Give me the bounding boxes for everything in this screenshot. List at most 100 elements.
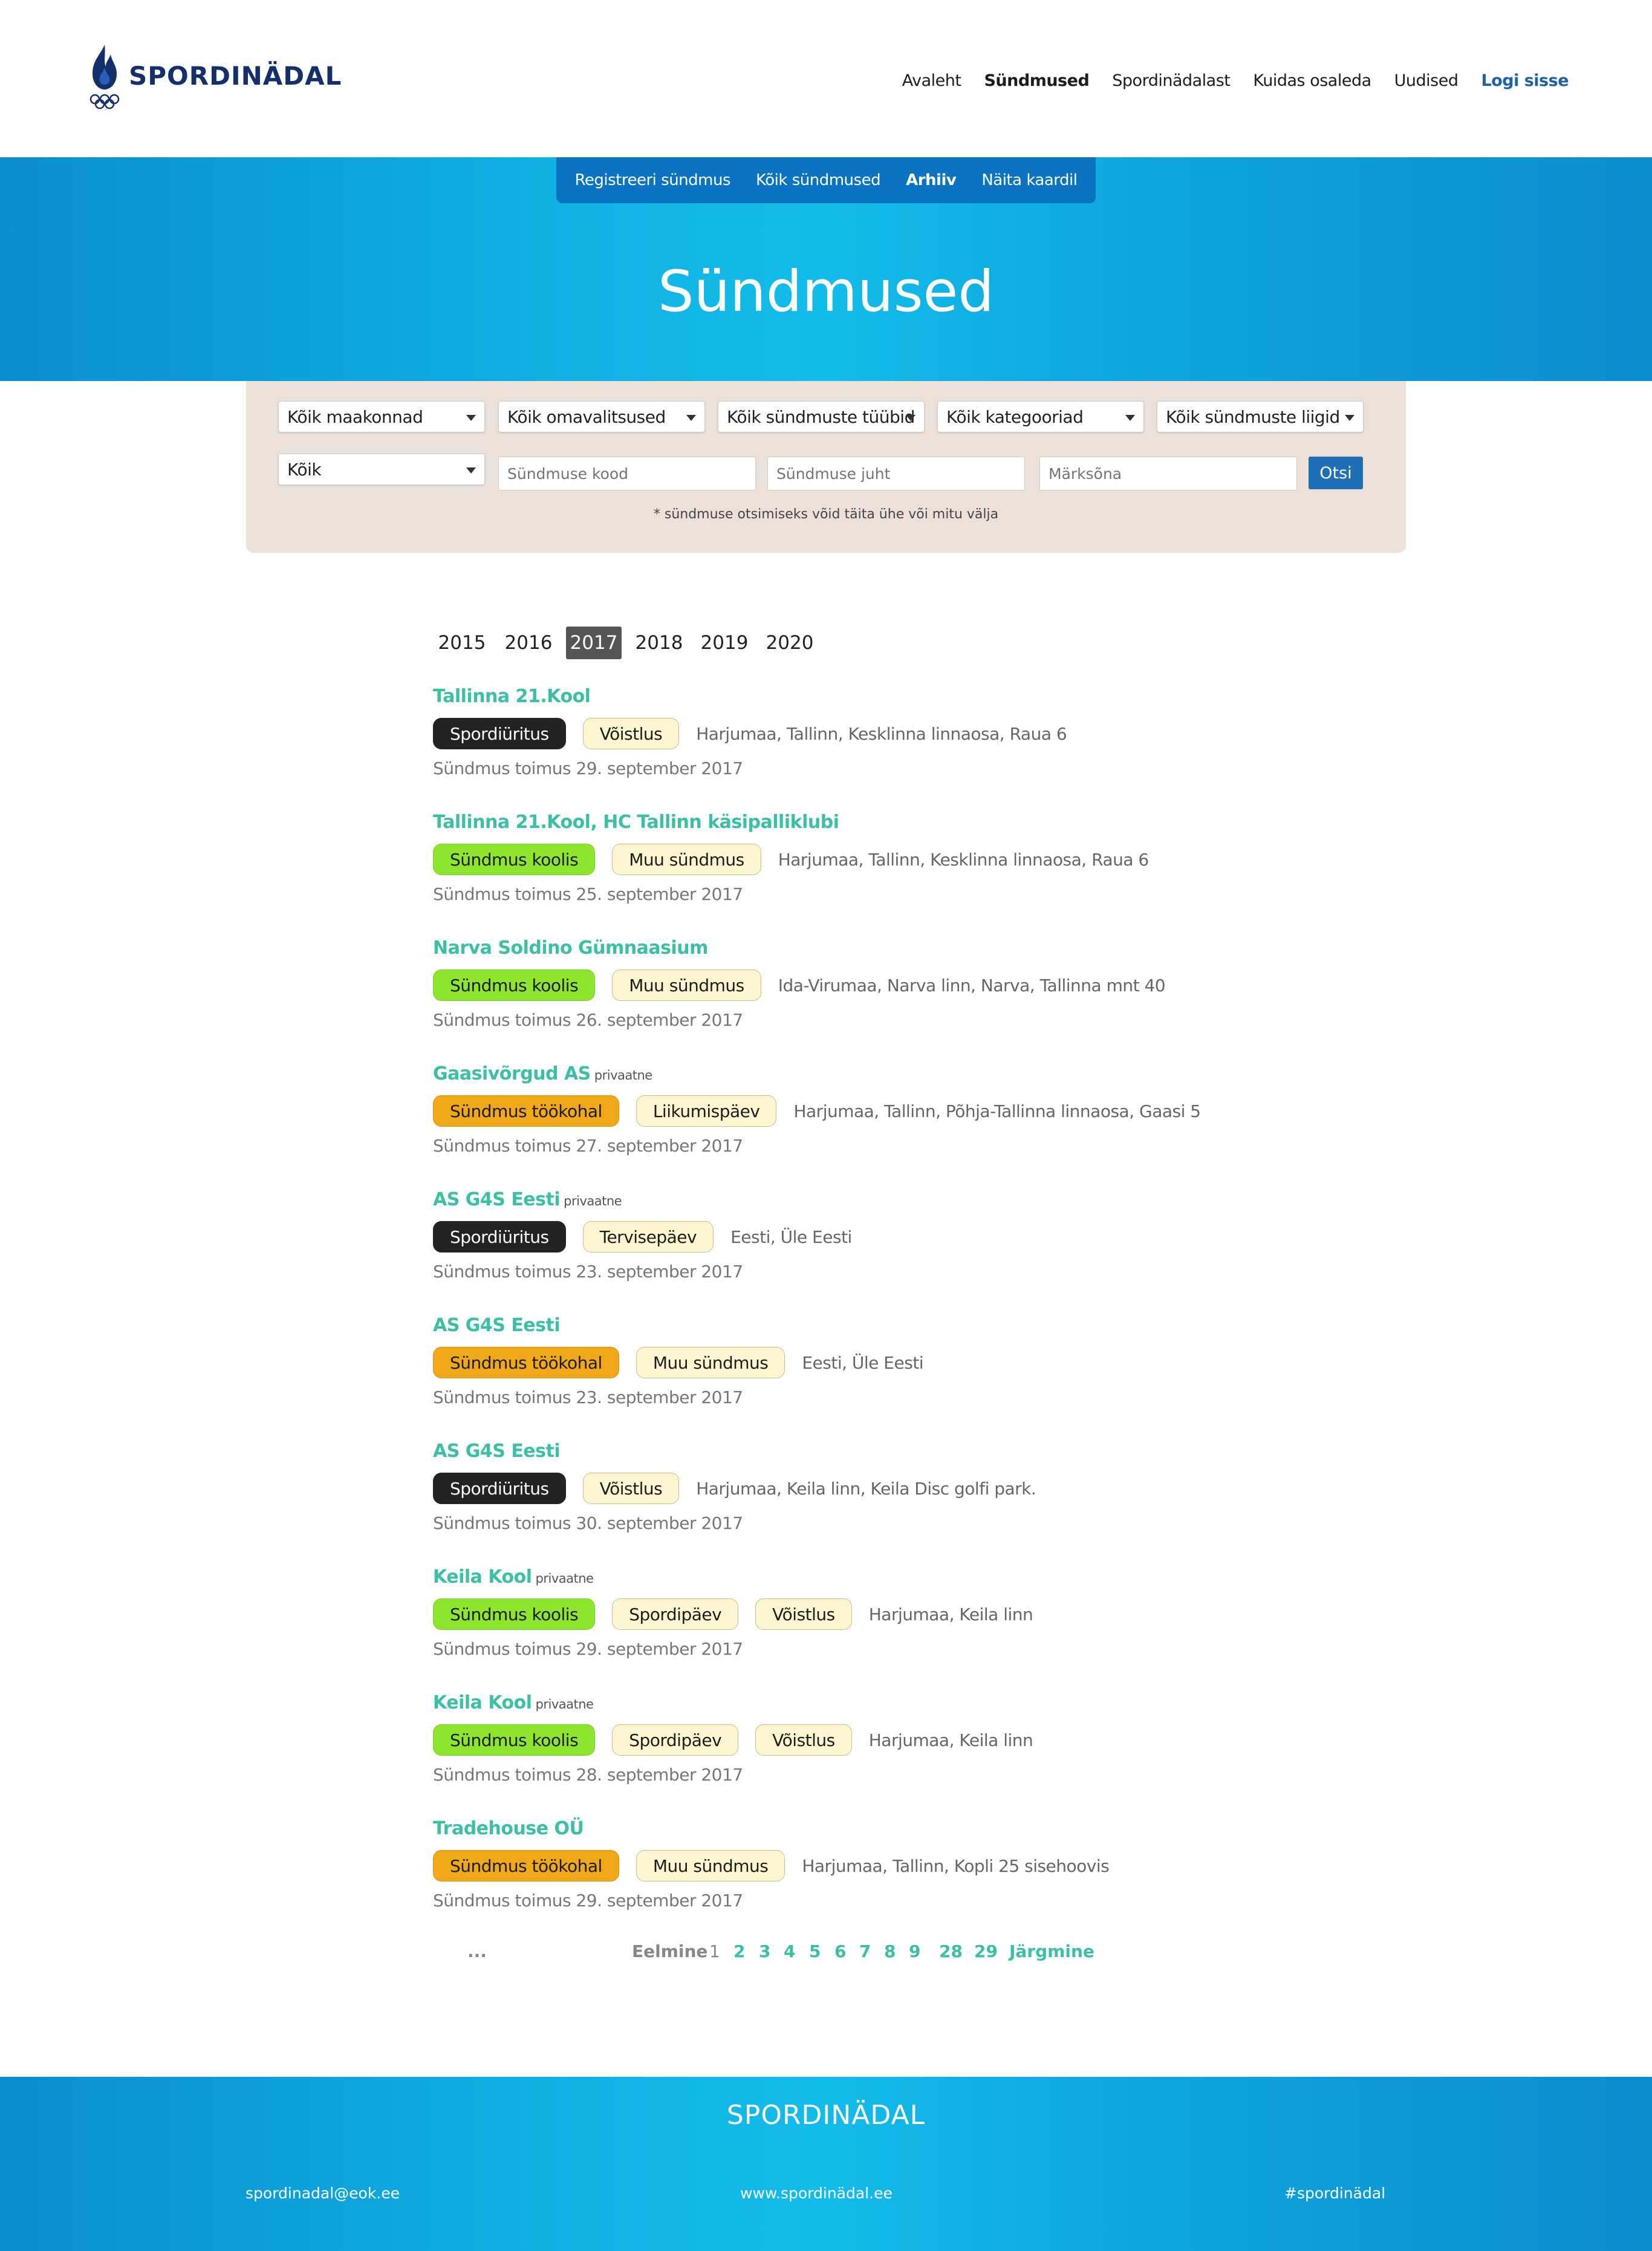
event-tag: Spordiüritus [433, 1473, 566, 1504]
sub-nav: Registreeri sündmus Kõik sündmused Arhii… [556, 157, 1096, 203]
event-tag: Sündmus koolis [433, 1598, 596, 1630]
event-tag: Sündmus koolis [433, 1724, 596, 1756]
nav-uudised[interactable]: Uudised [1394, 71, 1459, 90]
year-tab-2017[interactable]: 2017 [566, 627, 622, 659]
brand-name: SPORDINÄDAL [129, 60, 342, 91]
event-title[interactable]: AS G4S Eesti privaatne [433, 1188, 852, 1212]
private-label: privaatne [594, 1068, 652, 1083]
private-label: privaatne [564, 1194, 622, 1208]
filter-note: * sündmuse otsimiseks võid täita ühe või… [653, 507, 999, 522]
event-title[interactable]: Gaasivõrgud AS privaatne [433, 1062, 1201, 1086]
event-title-text[interactable]: AS G4S Eesti [433, 1189, 561, 1210]
event-tags: Sündmus koolis Spordipäev Võistlus Harjumaa… [433, 1598, 1033, 1630]
event-code-input[interactable] [498, 457, 756, 490]
pagination-page[interactable]: 28 [939, 1941, 963, 1961]
event-title[interactable]: Keila Kool privaatne [433, 1691, 1033, 1715]
year-tab-2016[interactable]: 2016 [501, 627, 556, 659]
footer-brand: SPORDINÄDAL [726, 2100, 926, 2131]
event-tag: Sündmus koolis [433, 844, 596, 875]
event-title-text[interactable]: Keila Kool [433, 1566, 532, 1588]
footer-hashtag-link[interactable]: #spordinädal [1284, 2184, 1385, 2202]
pagination-page[interactable]: 7 [859, 1941, 871, 1961]
event-title-text[interactable]: Tradehouse OÜ [433, 1818, 584, 1839]
nav-kuidas-osaleda[interactable]: Kuidas osaleda [1253, 71, 1371, 90]
event-tag: Muu sündmus [636, 1347, 785, 1378]
footer-website-link[interactable]: www.spordinädal.ee [740, 2184, 893, 2202]
login-link[interactable]: Logi sisse [1481, 71, 1569, 90]
event-title[interactable]: AS G4S Eesti [433, 1314, 923, 1338]
event-tag: Muu sündmus [612, 844, 761, 875]
event-tag: Võistlus [755, 1598, 852, 1630]
event-tag: Tervisepäev [582, 1221, 714, 1253]
event-title[interactable]: Tallinna 21.Kool [433, 685, 1067, 709]
search-button[interactable]: Otsi [1309, 457, 1363, 489]
event-title[interactable]: AS G4S Eesti [433, 1439, 1036, 1464]
keyword-input[interactable] [1039, 457, 1297, 490]
municipality-select[interactable]: Kõik omavalitsused [498, 401, 705, 432]
event-item: Keila Kool privaatne Sündmus koolis Spordip… [433, 1565, 1033, 1659]
event-date: Sündmus toimus 25. september 2017 [433, 884, 743, 904]
event-date: Sündmus toimus 29. september 2017 [433, 1891, 743, 1911]
event-date: Sündmus toimus 30. september 2017 [433, 1513, 743, 1533]
subnav-naita-kaardil[interactable]: Näita kaardil [981, 171, 1078, 189]
event-item: Gaasivõrgud AS privaatne Sündmus töökohal L… [433, 1062, 1201, 1156]
event-title[interactable]: Tradehouse OÜ [433, 1817, 1109, 1841]
event-title-text[interactable]: AS G4S Eesti [433, 1315, 561, 1336]
subnav-registreeri[interactable]: Registreeri sündmus [575, 171, 731, 189]
subnav-koik-sundmused[interactable]: Kõik sündmused [756, 171, 881, 189]
all-select[interactable]: Kõik [278, 454, 485, 485]
pagination-page[interactable]: 9 [909, 1941, 920, 1961]
year-tab-2015[interactable]: 2015 [433, 627, 491, 659]
nav-avaleht[interactable]: Avaleht [902, 71, 961, 90]
nav-spordinadalast[interactable]: Spordinädalast [1112, 71, 1231, 90]
event-title-text[interactable]: AS G4S Eesti [433, 1441, 561, 1462]
subnav-arhiiv[interactable]: Arhiiv [906, 171, 957, 189]
event-title[interactable]: Keila Kool privaatne [433, 1565, 1033, 1589]
event-title-text[interactable]: Tallinna 21.Kool [433, 686, 591, 707]
event-date: Sündmus toimus 29. september 2017 [433, 758, 743, 778]
event-location: Eesti, Üle Eesti [730, 1226, 852, 1247]
event-tag: Spordipäev [612, 1598, 739, 1630]
private-label: privaatne [535, 1571, 594, 1586]
year-tab-2020[interactable]: 2020 [762, 627, 818, 659]
pagination-page[interactable]: 4 [784, 1941, 795, 1961]
event-leader-input[interactable] [767, 457, 1025, 490]
pagination-page[interactable]: 5 [809, 1941, 821, 1961]
all-select-value: Kõik [287, 460, 322, 480]
pagination-prev[interactable]: Eelmine [632, 1941, 707, 1961]
event-kind-select-value: Kõik sündmuste liigid [1166, 407, 1340, 427]
pagination-page[interactable]: 8 [884, 1941, 896, 1961]
event-tag: Spordipäev [612, 1724, 739, 1756]
site-logo[interactable]: SPORDINÄDAL [88, 44, 342, 111]
event-title[interactable]: Narva Soldino Gümnaasium [433, 936, 1165, 960]
event-kind-select[interactable]: Kõik sündmuste liigid [1157, 401, 1364, 432]
event-type-select[interactable]: Kõik sündmuste tüübid [718, 401, 925, 432]
event-title[interactable]: Tallinna 21.Kool, HC Tallinn käsipallikl… [433, 810, 1149, 835]
municipality-select-value: Kõik omavalitsused [507, 407, 666, 427]
event-title-text[interactable]: Narva Soldino Gümnaasium [433, 937, 708, 959]
footer-email-link[interactable]: spordinadal@eok.ee [246, 2184, 400, 2202]
event-tags: Sündmus koolis Spordipäev Võistlus Harjumaa… [433, 1724, 1033, 1756]
category-select[interactable]: Kõik kategooriad [937, 401, 1144, 432]
event-tags: Spordiüritus Tervisepäev Eesti, Üle Eesti [433, 1220, 852, 1253]
county-select[interactable]: Kõik maakonnad [278, 401, 485, 432]
pagination-next[interactable]: Järgmine [1009, 1941, 1094, 1961]
page-title: Sündmused [657, 259, 995, 325]
event-title-text[interactable]: Gaasivõrgud AS [433, 1063, 591, 1084]
event-date: Sündmus toimus 26. september 2017 [433, 1010, 743, 1030]
pagination-page[interactable]: 3 [759, 1941, 770, 1961]
event-tag: Spordiüritus [433, 1221, 566, 1253]
event-tag: Spordiüritus [433, 718, 566, 749]
event-date: Sündmus toimus 28. september 2017 [433, 1765, 743, 1785]
event-tags: Sündmus töökohal Liikumispäev Harjumaa, Ta… [433, 1095, 1201, 1127]
event-tags: Spordiüritus Võistlus Harjumaa, Tallinn, K… [433, 717, 1067, 750]
event-item: Tallinna 21.Kool, HC Tallinn käsipallikl… [433, 810, 1149, 904]
event-title-text[interactable]: Keila Kool [433, 1692, 532, 1713]
year-tab-2019[interactable]: 2019 [697, 627, 752, 659]
pagination-page[interactable]: 2 [733, 1941, 745, 1961]
event-title-text[interactable]: Tallinna 21.Kool, HC Tallinn käsipallikl… [433, 812, 839, 833]
pagination-page[interactable]: 6 [834, 1941, 846, 1961]
year-tab-2018[interactable]: 2018 [631, 627, 687, 659]
pagination-page[interactable]: 29 [974, 1941, 998, 1961]
nav-sundmused[interactable]: Sündmused [984, 71, 1089, 90]
